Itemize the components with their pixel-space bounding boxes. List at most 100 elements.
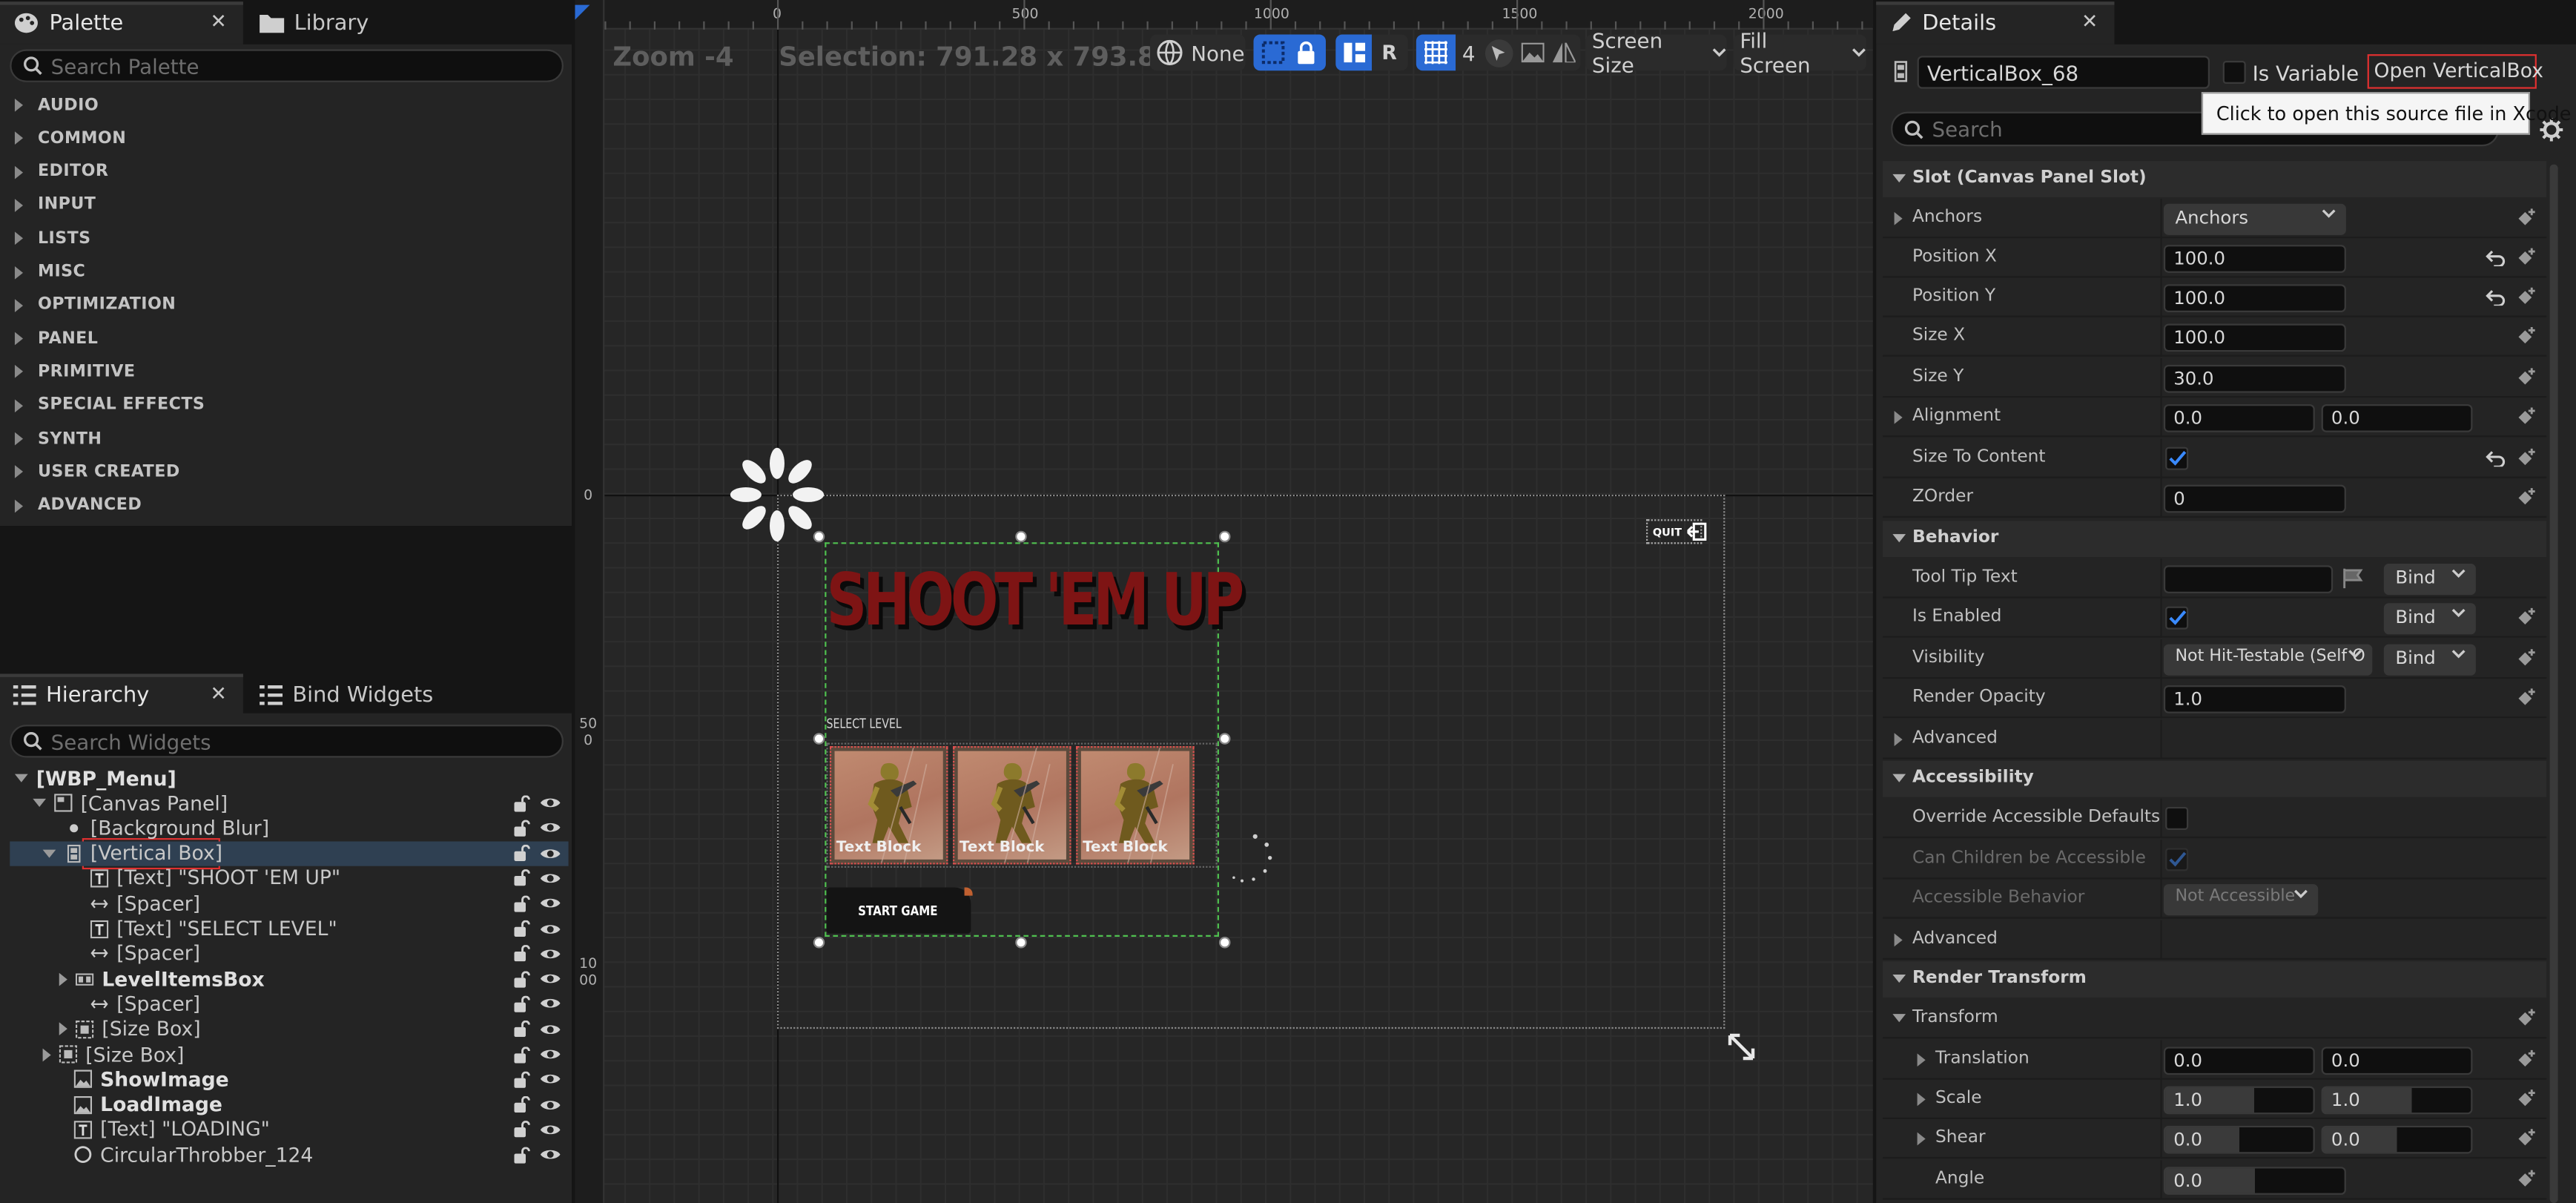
tree-item-load-image[interactable]: LoadImage (10, 1092, 568, 1117)
keyframe-icon[interactable] (2515, 487, 2537, 508)
position-y-field[interactable]: 100.0 (2163, 284, 2346, 313)
size-y-field[interactable]: 30.0 (2163, 364, 2346, 393)
keyframe-icon[interactable] (2515, 366, 2537, 388)
localization-button[interactable]: None (1149, 34, 1246, 71)
expand-arrow-icon[interactable] (33, 798, 47, 807)
screen-size-dropdown[interactable]: Screen Size (1585, 28, 1727, 77)
size-x-field[interactable]: 100.0 (2163, 323, 2346, 352)
widget-name-field[interactable]: VerticalBox_68 (1917, 56, 2210, 89)
section-render-transform[interactable]: Render Transform (1883, 961, 2547, 998)
level-item[interactable]: Text Block (829, 745, 948, 865)
anchor-medallion-icon[interactable] (730, 447, 825, 543)
keyframe-icon[interactable] (2515, 246, 2537, 268)
palette-category-editor[interactable]: EDITOR (0, 156, 569, 188)
override-accessible-checkbox[interactable] (2165, 806, 2189, 830)
keyframe-icon[interactable] (2515, 326, 2537, 347)
fill-screen-dropdown[interactable]: Fill Screen (1733, 28, 1866, 77)
translation-x-field[interactable]: 0.0 (2163, 1047, 2315, 1075)
eye-icon[interactable] (540, 1047, 561, 1061)
tab-palette[interactable]: Palette ✕ (0, 1, 243, 45)
eye-icon[interactable] (540, 1097, 561, 1112)
close-icon[interactable]: ✕ (2081, 10, 2098, 33)
keyframe-icon[interactable] (2515, 1168, 2537, 1190)
resize-handle[interactable] (1015, 530, 1027, 543)
respect-locks-toggle[interactable]: R (1381, 41, 1396, 64)
shear-x-field[interactable]: 0.0 (2163, 1125, 2315, 1154)
close-icon[interactable]: ✕ (210, 10, 226, 33)
quit-button[interactable]: QUIT (1646, 519, 1706, 544)
close-icon[interactable]: ✕ (210, 682, 226, 705)
unlock-icon[interactable] (514, 970, 530, 987)
unlock-icon[interactable] (514, 1021, 530, 1038)
lock-icon[interactable] (1296, 41, 1316, 65)
eye-icon[interactable] (540, 871, 561, 886)
tree-item-size-box[interactable]: [Size Box] (10, 1017, 568, 1041)
expand-arrow-icon[interactable] (1894, 733, 1903, 746)
bind-dropdown[interactable]: Bind (2383, 564, 2476, 596)
tree-item-spacer[interactable]: [Spacer] (10, 992, 568, 1016)
scale-y-field[interactable]: 1.0 (2321, 1086, 2473, 1115)
unlock-icon[interactable] (514, 845, 530, 862)
eye-icon[interactable] (540, 946, 561, 961)
keyframe-icon[interactable] (2515, 1049, 2537, 1070)
resize-handle[interactable] (813, 530, 825, 543)
tree-item-show-image[interactable]: ShowImage (10, 1067, 568, 1092)
resize-handle[interactable] (1218, 530, 1231, 543)
palette-category-common[interactable]: COMMON (0, 122, 569, 155)
unlock-icon[interactable] (514, 794, 530, 811)
scale-x-field[interactable]: 1.0 (2163, 1086, 2315, 1115)
bind-dropdown[interactable]: Bind (2383, 603, 2476, 635)
prop-transform[interactable]: Transform (1883, 999, 2547, 1039)
zorder-field[interactable]: 0 (2163, 484, 2346, 513)
flip-icon[interactable] (1552, 42, 1576, 63)
section-slot[interactable]: Slot (Canvas Panel Slot) (1883, 161, 2547, 197)
palette-category-audio[interactable]: AUDIO (0, 89, 569, 122)
details-scrollbar[interactable] (2549, 164, 2558, 1203)
eye-icon[interactable] (540, 1072, 561, 1087)
palette-category-special-effects[interactable]: SPECIAL EFFECTS (0, 389, 569, 421)
tree-item-background-blur[interactable]: [Background Blur] (10, 816, 568, 840)
unlock-icon[interactable] (514, 1096, 530, 1113)
image-preview-icon[interactable] (1521, 42, 1545, 63)
palette-category-lists[interactable]: LISTS (0, 223, 569, 255)
expand-arrow-icon[interactable] (59, 1022, 67, 1036)
tree-item-select-level-text[interactable]: [Text] "SELECT LEVEL" (10, 916, 568, 940)
open-source-button[interactable]: Open VerticalBox (2367, 54, 2543, 89)
bind-dropdown[interactable]: Bind (2383, 644, 2476, 676)
tree-item-vertical-box[interactable]: [Vertical Box] (10, 840, 569, 866)
cursor-icon[interactable] (1484, 39, 1513, 67)
tree-item-title-text[interactable]: [Text] "SHOOT 'EM UP" (10, 866, 568, 890)
unlock-icon[interactable] (514, 870, 530, 887)
reset-arrow-icon[interactable] (2486, 250, 2506, 266)
eye-icon[interactable] (540, 972, 561, 986)
unlock-icon[interactable] (514, 945, 530, 962)
eye-icon[interactable] (540, 1022, 561, 1037)
unlock-icon[interactable] (514, 1046, 530, 1063)
is-enabled-checkbox[interactable] (2165, 606, 2189, 630)
eye-icon[interactable] (540, 1147, 561, 1162)
resize-handle[interactable] (813, 733, 825, 745)
expand-arrow-icon[interactable] (42, 848, 56, 857)
palette-category-primitive[interactable]: PRIMITIVE (0, 355, 569, 388)
unlock-icon[interactable] (514, 1146, 530, 1164)
alignment-x-field[interactable]: 0.0 (2163, 404, 2315, 432)
palette-category-advanced[interactable]: ADVANCED (0, 489, 569, 521)
palette-category-panel[interactable]: PANEL (0, 323, 569, 355)
layout-icon[interactable] (1335, 34, 1373, 71)
reset-arrow-icon[interactable] (2486, 450, 2506, 467)
unlock-icon[interactable] (514, 894, 530, 912)
expand-arrow-icon[interactable] (1917, 1092, 1926, 1107)
resize-handle[interactable] (1218, 733, 1231, 745)
keyframe-icon[interactable] (2515, 607, 2537, 628)
tab-details[interactable]: Details ✕ (1876, 1, 2115, 45)
keyframe-icon[interactable] (2515, 687, 2537, 708)
position-x-field[interactable]: 100.0 (2163, 245, 2346, 273)
section-accessibility[interactable]: Accessibility (1883, 760, 2547, 797)
tree-item-spacer[interactable]: [Spacer] (10, 891, 568, 915)
palette-category-input[interactable]: INPUT (0, 189, 569, 222)
eye-icon[interactable] (540, 921, 561, 936)
tree-item-circular-throbber[interactable]: CircularThrobber_124 (10, 1142, 568, 1167)
expand-arrow-icon[interactable] (1917, 1132, 1926, 1146)
tree-item-canvas-panel[interactable]: [Canvas Panel] (10, 791, 568, 815)
tooltip-text-field[interactable] (2163, 565, 2334, 593)
